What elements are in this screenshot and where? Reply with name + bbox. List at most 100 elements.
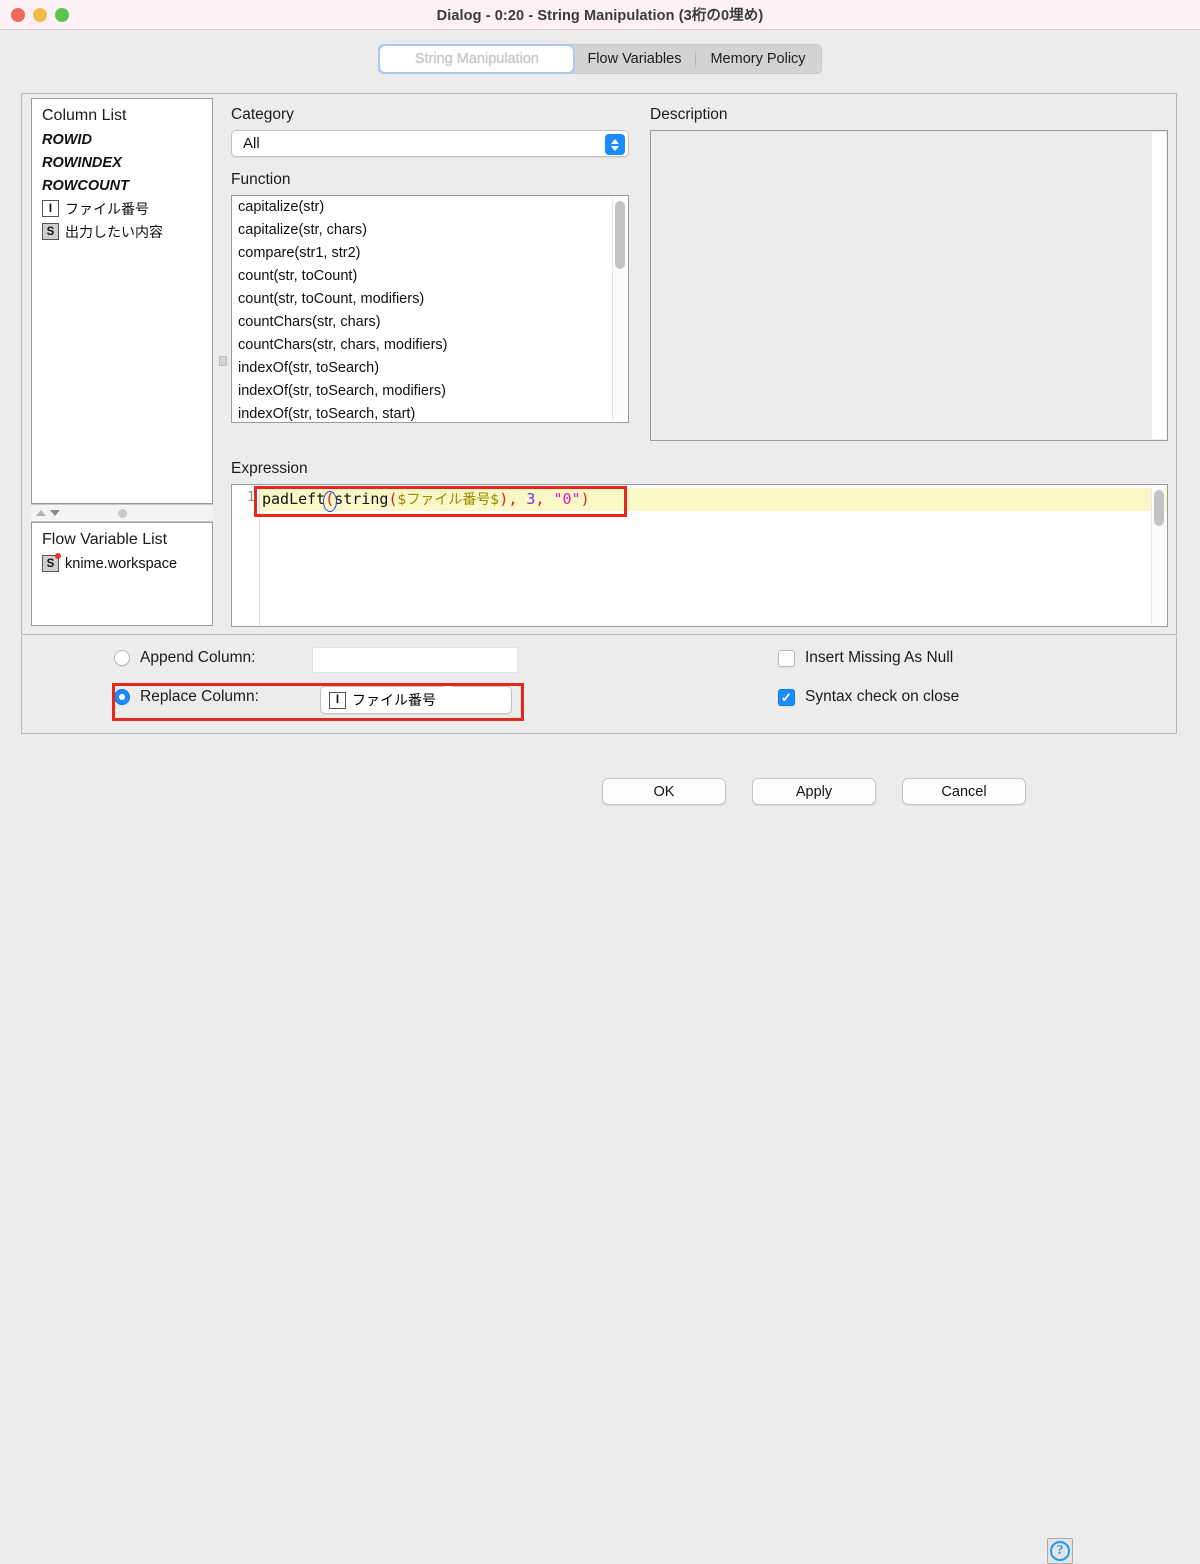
- expression-panel: Expression 1 padLeft(string($ファイル番号$), 3…: [231, 460, 1168, 627]
- list-item[interactable]: S knime.workspace: [32, 552, 212, 575]
- ok-button[interactable]: OK: [602, 778, 726, 805]
- append-column-row[interactable]: Append Column:: [114, 649, 255, 667]
- expression-editor[interactable]: 1 padLeft(string($ファイル番号$), 3, "0"): [231, 484, 1168, 627]
- token-column-variable: $ファイル番号$: [397, 492, 500, 508]
- append-column-input[interactable]: [313, 648, 517, 672]
- chevron-down-icon: [444, 686, 452, 708]
- left-panel: Column List ROWID ROWINDEX ROWCOUNT I ファ…: [31, 98, 213, 626]
- description-panel: Description: [650, 106, 1168, 441]
- token-paren-matched: (: [325, 490, 335, 508]
- dialog-content-panel: Column List ROWID ROWINDEX ROWCOUNT I ファ…: [21, 93, 1177, 635]
- function-list[interactable]: capitalize(str) capitalize(str, chars) c…: [231, 195, 629, 423]
- list-item[interactable]: I ファイル番号: [32, 197, 212, 220]
- token-comma-2: ,: [535, 490, 554, 508]
- cancel-button[interactable]: Cancel: [902, 778, 1026, 805]
- function-list-scrollbar[interactable]: [612, 198, 626, 420]
- window-title: Dialog - 0:20 - String Manipulation (3桁の…: [436, 8, 764, 24]
- tab-string-manipulation[interactable]: String Manipulation: [380, 46, 574, 72]
- list-item[interactable]: countChars(str, chars, modifiers): [232, 334, 628, 357]
- splitter-arrows[interactable]: [36, 510, 60, 516]
- insert-missing-as-null-label: Insert Missing As Null: [805, 649, 954, 666]
- help-button[interactable]: ?: [1047, 1538, 1073, 1564]
- chevron-up-icon: [436, 691, 444, 713]
- window-traffic-lights: [11, 0, 69, 30]
- expression-code-area[interactable]: padLeft(string($ファイル番号$), 3, "0"): [260, 485, 1167, 626]
- function-panel: Category All Function capitalize(str) ca…: [231, 106, 629, 423]
- apply-button[interactable]: Apply: [752, 778, 876, 805]
- insert-missing-row[interactable]: Insert Missing As Null: [778, 649, 953, 667]
- chevron-updown-icon[interactable]: [436, 686, 452, 713]
- list-item[interactable]: indexOf(str, toSearch): [232, 357, 628, 380]
- token-comma-1: ,: [508, 490, 527, 508]
- expression-scrollbar[interactable]: [1151, 487, 1165, 624]
- tab-flow-variables[interactable]: Flow Variables: [573, 46, 695, 72]
- syntax-check-on-close-checkbox[interactable]: ✓: [778, 688, 795, 706]
- replace-column-row[interactable]: Replace Column:: [114, 688, 259, 706]
- tabbar-container: String Manipulation Flow Variables Memor…: [0, 31, 1200, 87]
- replace-column-selected-value: ファイル番号: [352, 693, 436, 709]
- chevron-down-icon: [611, 145, 619, 151]
- list-item[interactable]: ROWINDEX: [32, 151, 212, 174]
- token-string-literal: "0": [553, 490, 581, 508]
- splitter-grip-dot[interactable]: [118, 508, 127, 518]
- close-button[interactable]: [11, 8, 25, 22]
- options-panel: Append Column: Replace Column: I ファイル番号 …: [21, 636, 1177, 734]
- replace-column-label: Replace Column:: [140, 688, 259, 705]
- list-item[interactable]: ROWCOUNT: [32, 174, 212, 197]
- append-column-label: Append Column:: [140, 649, 256, 666]
- list-item[interactable]: ROWID: [32, 128, 212, 151]
- zoom-button[interactable]: [55, 8, 69, 22]
- list-item[interactable]: count(str, toCount, modifiers): [232, 288, 628, 311]
- tabbar: String Manipulation Flow Variables Memor…: [378, 44, 822, 74]
- chevron-updown-icon[interactable]: [605, 134, 625, 155]
- question-mark-icon: ?: [1050, 1541, 1070, 1561]
- column-list-title: Column List: [42, 107, 127, 124]
- vertical-splitter[interactable]: [217, 98, 229, 626]
- append-column-radio[interactable]: [114, 650, 130, 666]
- column-list-box[interactable]: Column List ROWID ROWINDEX ROWCOUNT I ファ…: [31, 98, 213, 504]
- scrollbar-thumb[interactable]: [1154, 490, 1164, 526]
- tab-memory-policy[interactable]: Memory Policy: [696, 46, 819, 72]
- list-item[interactable]: indexOf(str, toSearch, start): [232, 403, 628, 422]
- description-scroll-track[interactable]: [1152, 132, 1166, 439]
- description-label: Description: [650, 106, 728, 123]
- splitter-grip-icon[interactable]: [219, 356, 227, 366]
- string-type-icon: S: [42, 223, 59, 240]
- chevron-up-icon: [611, 138, 619, 144]
- flow-variable-list-title: Flow Variable List: [42, 531, 168, 548]
- token-function-padleft: padLeft: [262, 490, 326, 508]
- column-list-label: 出力したい内容: [65, 224, 163, 241]
- string-variable-icon: S: [42, 553, 61, 572]
- minimize-button[interactable]: [33, 8, 47, 22]
- syntax-check-row[interactable]: ✓ Syntax check on close: [778, 688, 959, 706]
- category-select[interactable]: All: [231, 130, 629, 157]
- list-item[interactable]: countChars(str, chars): [232, 311, 628, 334]
- expression-label: Expression: [231, 460, 308, 477]
- integer-type-icon: I: [329, 691, 346, 709]
- replace-column-radio[interactable]: [114, 689, 130, 705]
- list-item[interactable]: S 出力したい内容: [32, 220, 212, 243]
- panel-splitter[interactable]: [31, 504, 213, 522]
- syntax-check-on-close-label: Syntax check on close: [805, 688, 960, 705]
- variable-badge-icon: [55, 553, 61, 559]
- token-function-string: string: [334, 490, 389, 508]
- list-item[interactable]: compare(str1, str2): [232, 242, 628, 265]
- flow-variable-label: knime.workspace: [65, 555, 178, 572]
- insert-missing-as-null-checkbox[interactable]: [778, 649, 795, 667]
- flow-variable-list-box[interactable]: Flow Variable List S knime.workspace: [31, 522, 213, 626]
- list-item[interactable]: capitalize(str, chars): [232, 219, 628, 242]
- list-item[interactable]: indexOf(str, toSearch, modifiers): [232, 380, 628, 403]
- integer-type-icon: I: [42, 200, 59, 217]
- expression-code-line[interactable]: padLeft(string($ファイル番号$), 3, "0"): [260, 488, 1167, 511]
- column-list-label: ROWID: [42, 131, 92, 148]
- collapse-down-icon[interactable]: [50, 510, 60, 516]
- replace-column-select[interactable]: I ファイル番号: [320, 686, 512, 714]
- list-item[interactable]: capitalize(str): [232, 196, 628, 219]
- token-paren-close-inner: ): [499, 490, 509, 508]
- scrollbar-thumb[interactable]: [615, 201, 625, 269]
- column-list-label: ファイル番号: [65, 201, 149, 218]
- collapse-up-icon[interactable]: [36, 510, 46, 516]
- list-item[interactable]: count(str, toCount): [232, 265, 628, 288]
- category-selected-value: All: [243, 135, 260, 152]
- line-number-gutter: 1: [232, 485, 260, 626]
